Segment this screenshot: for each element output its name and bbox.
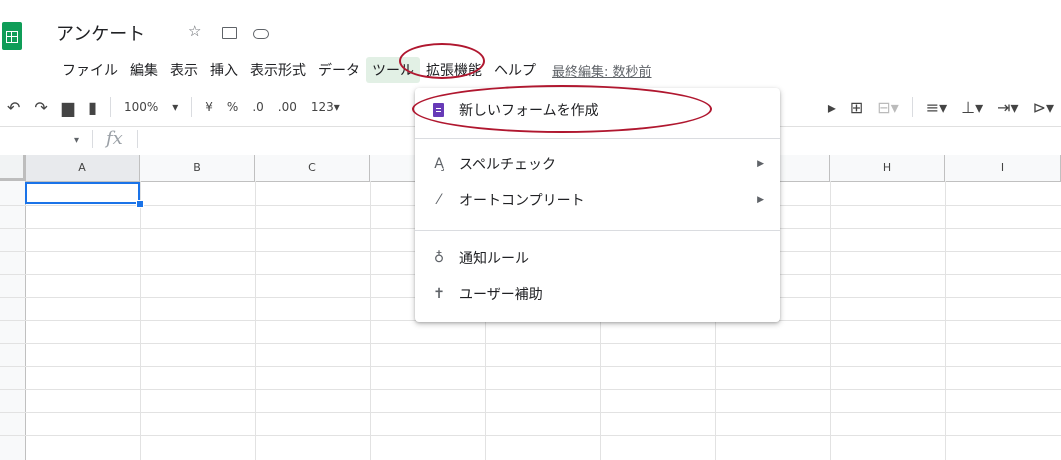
- fill-color-icon[interactable]: ▸: [821, 98, 843, 117]
- menu-help[interactable]: ヘルプ: [488, 57, 542, 83]
- fill-handle[interactable]: [136, 200, 144, 208]
- menu-view[interactable]: 表示: [164, 57, 204, 83]
- merge-cells-icon[interactable]: ⊟▾: [870, 98, 905, 117]
- print-icon[interactable]: ▆: [55, 98, 81, 117]
- fx-icon: fx: [106, 128, 123, 149]
- row-gridline: [0, 412, 1061, 413]
- more-formats-button[interactable]: 123▾: [304, 100, 347, 114]
- borders-icon[interactable]: ⊞: [843, 98, 870, 117]
- menu-item-notification-rules[interactable]: ♁ 通知ルール: [415, 242, 780, 274]
- chevron-down-icon[interactable]: ▾: [165, 100, 185, 114]
- text-wrapping-icon[interactable]: ⇥▾: [990, 98, 1025, 117]
- annotation-oval-create-form: [412, 85, 712, 133]
- row-gridline: [0, 366, 1061, 367]
- menu-insert[interactable]: 挿入: [204, 57, 244, 83]
- menu-item-label: ユーザー補助: [459, 287, 543, 303]
- decrease-decimal-button[interactable]: .0: [245, 100, 270, 114]
- menu-item-label: スペルチェック: [459, 157, 557, 173]
- redo-icon[interactable]: ↷: [27, 98, 54, 117]
- menubar: ファイル 編集 表示 挿入 表示形式 データ ツール 拡張機能 ヘルプ 最終編集…: [56, 57, 652, 83]
- last-edit-link[interactable]: 最終編集: 数秒前: [552, 61, 652, 80]
- menu-item-label: オートコンプリート: [459, 193, 585, 209]
- undo-icon[interactable]: ↶: [0, 98, 27, 117]
- increase-decimal-button[interactable]: .00: [271, 100, 304, 114]
- select-all-corner[interactable]: [0, 155, 26, 181]
- spellcheck-icon: A̧: [434, 156, 444, 172]
- formula-divider: [92, 130, 93, 148]
- menu-edit[interactable]: 編集: [124, 57, 164, 83]
- sheets-logo-icon[interactable]: [2, 22, 22, 50]
- menu-item-label: 通知ルール: [459, 251, 529, 267]
- menu-divider: [415, 230, 780, 231]
- formula-divider: [137, 130, 138, 148]
- row-gridline: [0, 343, 1061, 344]
- percent-format-button[interactable]: %: [220, 100, 245, 114]
- active-cell-a1[interactable]: [25, 182, 140, 204]
- text-rotation-icon[interactable]: ⊳▾: [1026, 98, 1061, 117]
- menu-data[interactable]: データ: [312, 57, 366, 83]
- row-gridline: [0, 435, 1061, 436]
- column-header-a[interactable]: A: [25, 155, 140, 181]
- menu-item-autocomplete[interactable]: ⁄ オートコンプリート ▶: [415, 184, 780, 216]
- bell-icon: ♁: [433, 250, 445, 266]
- accessibility-icon: ✝: [433, 286, 445, 302]
- cloud-status-icon[interactable]: [253, 29, 269, 39]
- submenu-arrow-icon: ▶: [757, 195, 764, 205]
- menu-item-spellcheck[interactable]: A̧ スペルチェック ▶: [415, 148, 780, 180]
- toolbar-divider: [911, 97, 913, 117]
- column-header-c[interactable]: C: [255, 155, 370, 181]
- document-title[interactable]: アンケート: [56, 20, 145, 46]
- star-icon[interactable]: ☆: [188, 22, 201, 40]
- move-folder-icon[interactable]: [222, 27, 237, 39]
- name-box-dropdown-icon[interactable]: ▾: [74, 135, 79, 146]
- menu-divider: [415, 138, 780, 139]
- annotation-oval-tools: [399, 43, 485, 79]
- menu-item-accessibility[interactable]: ✝ ユーザー補助: [415, 278, 780, 310]
- currency-format-button[interactable]: ¥: [198, 100, 220, 114]
- toolbar-divider: [191, 97, 193, 117]
- zoom-select[interactable]: 100%: [117, 100, 165, 114]
- column-header-i[interactable]: I: [945, 155, 1061, 181]
- submenu-arrow-icon: ▶: [757, 159, 764, 169]
- toolbar-divider: [109, 97, 111, 117]
- column-header-b[interactable]: B: [140, 155, 255, 181]
- paint-format-icon[interactable]: ▮: [81, 98, 104, 117]
- column-header-h[interactable]: H: [830, 155, 945, 181]
- row-gridline: [0, 389, 1061, 390]
- menu-format[interactable]: 表示形式: [244, 57, 312, 83]
- menu-file[interactable]: ファイル: [56, 57, 124, 83]
- vertical-align-icon[interactable]: ⊥▾: [954, 98, 990, 117]
- horizontal-align-icon[interactable]: ≡▾: [919, 98, 954, 117]
- magic-wand-icon: ⁄: [437, 192, 441, 208]
